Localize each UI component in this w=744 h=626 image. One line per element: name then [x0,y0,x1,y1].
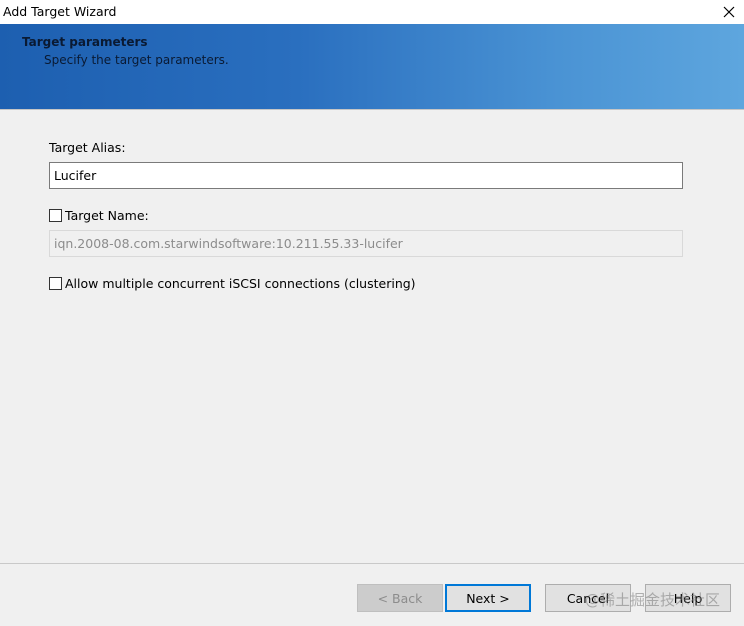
next-button[interactable]: Next > [445,584,531,612]
target-alias-label: Target Alias: [49,140,126,155]
help-button[interactable]: Help [645,584,731,612]
wizard-header-banner: Target parameters Specify the target par… [0,24,744,109]
close-icon [723,6,735,18]
clustering-checkbox[interactable] [49,277,62,290]
page-title: Target parameters [22,35,148,49]
target-alias-input[interactable] [49,162,683,189]
header-divider [0,109,744,110]
cancel-button[interactable]: Cancel [545,584,631,612]
window-title: Add Target Wizard [3,4,117,19]
footer-divider [0,563,744,564]
clustering-label: Allow multiple concurrent iSCSI connecti… [65,276,416,291]
back-button[interactable]: < Back [357,584,443,612]
target-name-checkbox[interactable] [49,209,62,222]
target-name-label: Target Name: [65,208,149,223]
page-subtitle: Specify the target parameters. [44,53,229,67]
target-name-input[interactable] [49,230,683,257]
close-button[interactable] [714,0,744,24]
title-bar: Add Target Wizard [0,0,744,24]
